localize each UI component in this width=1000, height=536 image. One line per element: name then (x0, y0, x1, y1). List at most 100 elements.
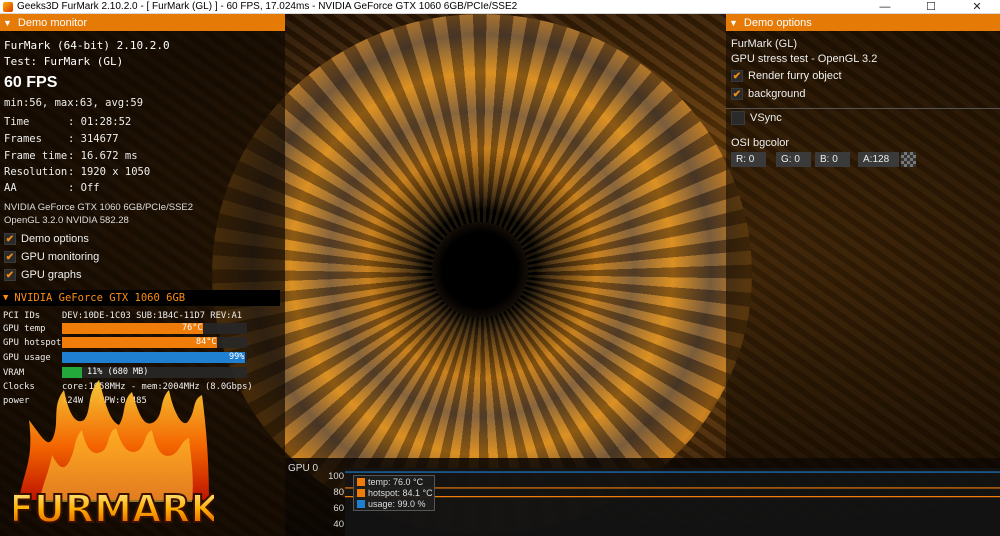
collapse-triangle-icon: ▼ (3, 293, 9, 303)
stat-aa: AA : Off (4, 182, 100, 194)
graph-title: GPU 0 (288, 463, 319, 474)
checkbox-label: background (748, 88, 806, 100)
gpu-temp-value: 76°C (182, 323, 203, 333)
stat-key: Time (4, 116, 30, 128)
demo-options-panel: ▼ Demo options FurMark (GL) GPU stress t… (726, 14, 1000, 458)
checkbox-label: GPU graphs (21, 269, 82, 281)
bgcolor-swatch[interactable] (901, 152, 916, 167)
options-divider (726, 108, 1000, 109)
row-key: GPU temp (3, 324, 46, 334)
vram-fill (62, 367, 83, 378)
y-tick: 80 (333, 487, 344, 498)
stat-key: Frame time (4, 150, 68, 162)
osi-bgcolor-label: OSI bgcolor (731, 137, 790, 149)
legend-swatch (357, 477, 365, 486)
row-key: GPU usage (3, 353, 51, 363)
stat-value: : 314677 (68, 133, 119, 145)
checkmark-icon: ✔ (731, 70, 743, 82)
demo-options-header[interactable]: ▼ Demo options (726, 14, 1000, 31)
stat-value: : 1920 x 1050 (68, 166, 151, 178)
checkbox-label: GPU monitoring (21, 251, 100, 263)
furmark-flame-logo: FURMARK (14, 380, 214, 532)
collapse-triangle-icon: ▼ (729, 17, 738, 28)
window-titlebar: Geeks3D FurMark 2.10.2.0 - [ FurMark (GL… (0, 0, 1000, 14)
stat-key: AA (4, 182, 17, 194)
bgcolor-a-field[interactable]: A:128 (858, 152, 899, 167)
fps-readout: 60 FPS (4, 74, 58, 91)
legend-swatch (357, 488, 365, 497)
gpu-temp-row: GPU temp (3, 323, 62, 335)
graph-svg (345, 471, 1000, 498)
gpu-graphs-checkbox[interactable]: ✔ GPU graphs (4, 269, 82, 281)
bgcolor-b-field[interactable]: B: 0 (815, 152, 850, 167)
legend-label: usage: 99.0 % (368, 498, 426, 509)
legend-label: temp: 76.0 °C (368, 476, 424, 487)
opengl-version-line: OpenGL 3.2.0 NVIDIA 582.28 (4, 215, 129, 226)
demo-subtitle: GPU stress test - OpenGL 3.2 (731, 53, 878, 65)
stat-key: Frames (4, 133, 42, 145)
fps-minmax: min:56, max:63, avg:59 (4, 97, 144, 109)
bgcolor-g-field[interactable]: G: 0 (776, 152, 811, 167)
app-version-line: FurMark (64-bit) 2.10.2.0 (4, 39, 170, 52)
gpu-hotspot-row: GPU hotspot (3, 337, 62, 349)
donut-hole (432, 222, 528, 318)
gpu-temp-bar: 76°C (62, 323, 247, 334)
row-value: DEV:10DE-1C03 SUB:1B4C-11D7 REV:A1 (62, 311, 243, 321)
gpu-usage-fill (62, 352, 246, 363)
row-key: VRAM (3, 368, 25, 378)
gpu-hotspot-bar: 84°C (62, 337, 247, 348)
bgcolor-r-field[interactable]: R: 0 (731, 152, 766, 167)
test-name-line: Test: FurMark (GL) (4, 55, 124, 68)
stat-value: : Off (68, 182, 100, 194)
gpu-monitor-title: NVIDIA GeForce GTX 1060 6GB (14, 292, 186, 304)
gpu-usage-bar: 99% (62, 352, 247, 363)
checkmark-icon: ✔ (4, 269, 16, 281)
checkbox-label: Render furry object (748, 70, 842, 82)
legend-swatch (357, 499, 365, 508)
vram-value: 11% (680 MB) (87, 367, 149, 377)
gpu-monitoring-checkbox[interactable]: ✔ GPU monitoring (4, 251, 99, 263)
close-button[interactable]: ✕ (954, 0, 1000, 14)
stat-key: Resolution (4, 166, 68, 178)
gpu-usage-value: 99% (229, 352, 245, 362)
legend-item-temp: temp: 76.0 °C (354, 476, 434, 487)
y-tick: 100 (328, 471, 344, 482)
graph-legend: temp: 76.0 °C hotspot: 84.1 °C usage: 99… (353, 475, 435, 511)
demo-options-checkbox[interactable]: ✔ Demo options (4, 233, 89, 245)
collapse-triangle-icon: ▼ (3, 17, 12, 28)
vsync-checkbox[interactable]: VSync (731, 111, 782, 125)
gpu-graph-panel: GPU 0 100 80 60 40 temp: 76.0 °C hotspot… (285, 458, 1000, 536)
checkbox-label: Demo options (21, 233, 89, 245)
checkbox-label: VSync (750, 112, 782, 124)
render-furry-checkbox[interactable]: ✔ Render furry object (731, 70, 842, 82)
demo-monitor-header[interactable]: ▼ Demo monitor (0, 14, 285, 31)
demo-monitor-title: Demo monitor (17, 16, 87, 29)
stat-resolution: Resolution: 1920 x 1050 (4, 166, 150, 178)
vram-row: VRAM (3, 367, 62, 379)
furmark-logo-text: FURMARK (14, 487, 214, 531)
stat-frames: Frames : 314677 (4, 133, 119, 145)
vram-bar: 11% (680 MB) (62, 367, 247, 378)
maximize-button[interactable]: ☐ (908, 0, 954, 14)
stat-value: : 01:28:52 (68, 116, 132, 128)
unchecked-box-icon (731, 111, 745, 125)
gpu-renderer-line: NVIDIA GeForce GTX 1060 6GB/PCIe/SSE2 (4, 202, 194, 213)
furmark-app-icon (3, 1, 13, 12)
gpu-monitor-header[interactable]: ▼ NVIDIA GeForce GTX 1060 6GB (0, 290, 280, 306)
demo-options-title: Demo options (743, 16, 812, 29)
row-key: PCI IDs (3, 311, 41, 321)
legend-item-hotspot: hotspot: 84.1 °C (354, 487, 434, 498)
stat-frame-time: Frame time: 16.672 ms (4, 150, 138, 162)
legend-label: hotspot: 84.1 °C (368, 487, 433, 498)
legend-item-usage: usage: 99.0 % (354, 498, 434, 509)
graph-plot-area (345, 468, 1000, 536)
window-title: Geeks3D FurMark 2.10.2.0 - [ FurMark (GL… (17, 1, 518, 12)
y-tick: 40 (333, 519, 344, 530)
background-checkbox[interactable]: ✔ background (731, 88, 806, 100)
minimize-button[interactable]: — (862, 0, 908, 14)
stat-time: Time : 01:28:52 (4, 116, 131, 128)
y-tick: 60 (333, 503, 344, 514)
gpu-hotspot-value: 84°C (196, 337, 217, 347)
stat-value: : 16.672 ms (68, 150, 138, 162)
gpu-hotspot-fill (62, 337, 218, 348)
